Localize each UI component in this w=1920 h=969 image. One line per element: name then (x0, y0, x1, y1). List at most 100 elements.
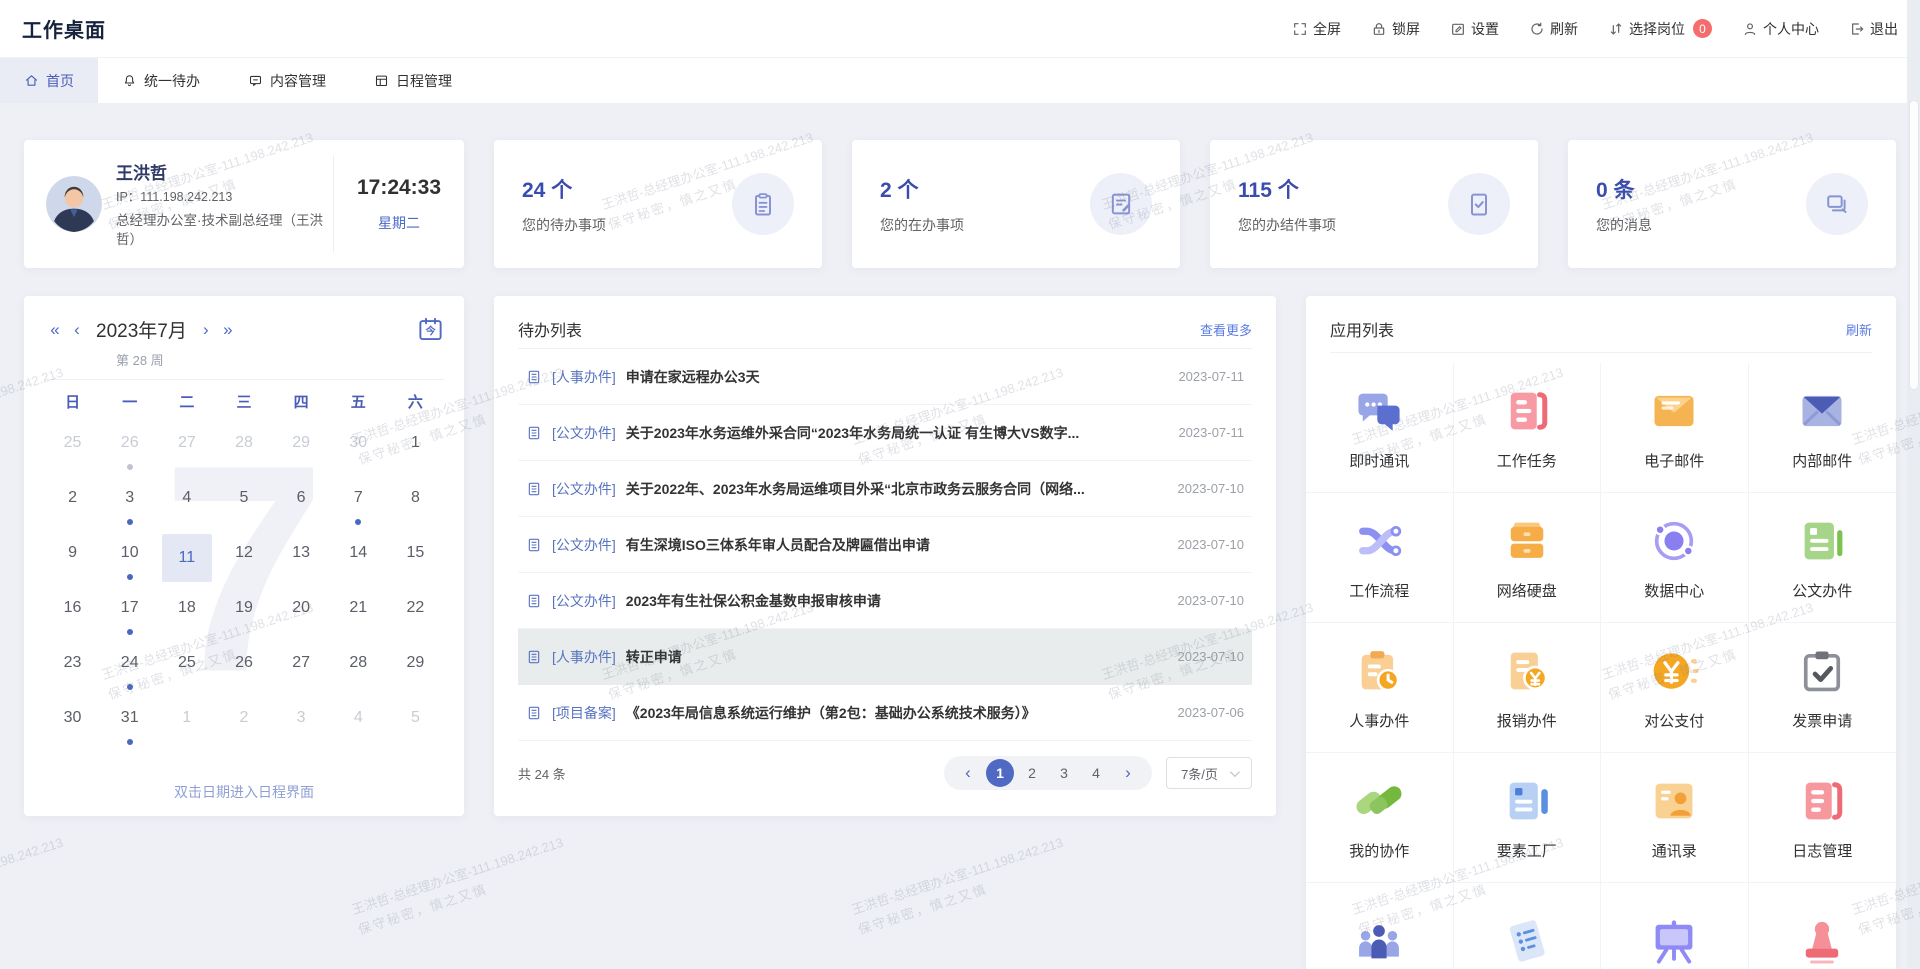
todo-page-size-select[interactable]: 7条/页 (1166, 757, 1252, 789)
header-action-profile[interactable]: 个人中心 (1742, 19, 1819, 39)
calendar-day-24[interactable]: 24 (101, 644, 158, 699)
calendar-day-28[interactable]: 28 (215, 424, 272, 479)
calendar-day-7[interactable]: 7 (330, 479, 387, 534)
calendar-day-28[interactable]: 28 (330, 644, 387, 699)
app-通讯录[interactable]: 通讯录 (1601, 753, 1749, 883)
view-more-link[interactable]: 查看更多 (1200, 320, 1252, 339)
calendar-day-3[interactable]: 3 (273, 699, 330, 754)
todo-item[interactable]: [公文办件]2023年有生社保公积金基数申报审核申请2023-07-10 (518, 573, 1252, 629)
scrollbar-thumb[interactable] (1909, 100, 1919, 390)
app-item[interactable] (1306, 883, 1454, 969)
calendar-day-30[interactable]: 30 (330, 424, 387, 479)
today-icon[interactable]: 今 (417, 316, 444, 343)
todo-item[interactable]: [人事办件]转正申请2023-07-10 (518, 629, 1252, 685)
calendar-day-22[interactable]: 22 (387, 589, 444, 644)
todo-item[interactable]: [公文办件]关于2023年水务运维外采合同“2023年水务局统一认证 有生博大V… (518, 405, 1252, 461)
app-内部邮件[interactable]: 内部邮件 (1749, 363, 1897, 493)
header-action-settings[interactable]: 设置 (1450, 19, 1499, 39)
app-电子邮件[interactable]: 电子邮件 (1601, 363, 1749, 493)
prev-year-button[interactable]: « (44, 320, 66, 340)
stat-card-todo[interactable]: 24 个 您的待办事项 (494, 140, 822, 268)
calendar-day-27[interactable]: 27 (273, 644, 330, 699)
calendar-day-6[interactable]: 6 (273, 479, 330, 534)
app-item[interactable] (1601, 883, 1749, 969)
calendar-day-27[interactable]: 27 (158, 424, 215, 479)
header-action-fullscreen[interactable]: 全屏 (1292, 19, 1341, 39)
calendar-day-5[interactable]: 5 (215, 479, 272, 534)
todo-pager-next[interactable]: › (1114, 759, 1142, 787)
app-item[interactable] (1454, 883, 1602, 969)
app-日志管理[interactable]: 日志管理 (1749, 753, 1897, 883)
calendar-day-4[interactable]: 4 (330, 699, 387, 754)
app-人事办件[interactable]: 人事办件 (1306, 623, 1454, 753)
apps-refresh-link[interactable]: 刷新 (1846, 320, 1872, 339)
app-工作流程[interactable]: 工作流程 (1306, 493, 1454, 623)
calendar-day-18[interactable]: 18 (158, 589, 215, 644)
scrollbar-track[interactable] (1907, 0, 1920, 969)
stat-card-done[interactable]: 115 个 您的办结件事项 (1210, 140, 1538, 268)
tab-内容管理[interactable]: 内容管理 (224, 58, 350, 103)
calendar-day-21[interactable]: 21 (330, 589, 387, 644)
stat-card-messages[interactable]: 0 条 您的消息 (1568, 140, 1896, 268)
calendar-day-12[interactable]: 12 (215, 534, 272, 589)
calendar-day-20[interactable]: 20 (273, 589, 330, 644)
tab-统一待办[interactable]: 统一待办 (98, 58, 224, 103)
todo-pager-page-4[interactable]: 4 (1082, 759, 1110, 787)
stat-card-doing[interactable]: 2 个 您的在办事项 (852, 140, 1180, 268)
todo-item[interactable]: [公文办件]有生深境ISO三体系年审人员配合及牌匾借出申请2023-07-10 (518, 517, 1252, 573)
app-item[interactable] (1749, 883, 1897, 969)
todo-pager-page-1[interactable]: 1 (986, 759, 1014, 787)
app-即时通讯[interactable]: 即时通讯 (1306, 363, 1454, 493)
header-action-logout[interactable]: 退出 (1849, 19, 1898, 39)
calendar-day-2[interactable]: 2 (215, 699, 272, 754)
app-要素工厂[interactable]: 要素工厂 (1454, 753, 1602, 883)
calendar-day-8[interactable]: 8 (387, 479, 444, 534)
calendar-day-5[interactable]: 5 (387, 699, 444, 754)
next-year-button[interactable]: » (217, 320, 239, 340)
calendar-day-25[interactable]: 25 (158, 644, 215, 699)
calendar-day-9[interactable]: 9 (44, 534, 101, 589)
todo-pager-prev[interactable]: ‹ (954, 759, 982, 787)
app-发票申请[interactable]: 发票申请 (1749, 623, 1897, 753)
calendar-day-10[interactable]: 10 (101, 534, 158, 589)
todo-pager-page-3[interactable]: 3 (1050, 759, 1078, 787)
calendar-day-19[interactable]: 19 (215, 589, 272, 644)
app-工作任务[interactable]: 工作任务 (1454, 363, 1602, 493)
todo-item[interactable]: [公文办件]关于2022年、2023年水务局运维项目外采“北京市政务云服务合同（… (518, 461, 1252, 517)
calendar-footer-hint[interactable]: 双击日期进入日程界面 (24, 782, 464, 802)
calendar-day-1[interactable]: 1 (387, 424, 444, 479)
app-对公支付[interactable]: 对公支付 (1601, 623, 1749, 753)
app-公文办件[interactable]: 公文办件 (1749, 493, 1897, 623)
calendar-day-29[interactable]: 29 (273, 424, 330, 479)
calendar-day-26[interactable]: 26 (215, 644, 272, 699)
tab-日程管理[interactable]: 日程管理 (350, 58, 476, 103)
todo-item[interactable]: [项目备案]《2023年局信息系统运行维护（第2包：基础办公系统技术服务）》20… (518, 685, 1252, 741)
calendar-day-25[interactable]: 25 (44, 424, 101, 479)
todo-pager-page-2[interactable]: 2 (1018, 759, 1046, 787)
header-action-refresh[interactable]: 刷新 (1529, 19, 1578, 39)
calendar-day-23[interactable]: 23 (44, 644, 101, 699)
calendar-day-30[interactable]: 30 (44, 699, 101, 754)
prev-month-button[interactable]: ‹ (66, 320, 88, 340)
calendar-day-2[interactable]: 2 (44, 479, 101, 534)
calendar-day-26[interactable]: 26 (101, 424, 158, 479)
calendar-day-29[interactable]: 29 (387, 644, 444, 699)
calendar-day-11[interactable]: 11 (158, 534, 215, 589)
calendar-day-4[interactable]: 4 (158, 479, 215, 534)
calendar-day-3[interactable]: 3 (101, 479, 158, 534)
calendar-day-16[interactable]: 16 (44, 589, 101, 644)
app-数据中心[interactable]: 数据中心 (1601, 493, 1749, 623)
calendar-day-17[interactable]: 17 (101, 589, 158, 644)
app-我的协作[interactable]: 我的协作 (1306, 753, 1454, 883)
calendar-day-13[interactable]: 13 (273, 534, 330, 589)
header-action-position[interactable]: 选择岗位0 (1608, 19, 1712, 39)
app-网络硬盘[interactable]: 网络硬盘 (1454, 493, 1602, 623)
next-month-button[interactable]: › (195, 320, 217, 340)
calendar-day-15[interactable]: 15 (387, 534, 444, 589)
app-报销办件[interactable]: 报销办件 (1454, 623, 1602, 753)
todo-item[interactable]: [人事办件]申请在家远程办公3天2023-07-11 (518, 349, 1252, 405)
tab-首页[interactable]: 首页 (0, 58, 98, 103)
calendar-day-31[interactable]: 31 (101, 699, 158, 754)
header-action-lock[interactable]: 锁屏 (1371, 19, 1420, 39)
calendar-day-1[interactable]: 1 (158, 699, 215, 754)
